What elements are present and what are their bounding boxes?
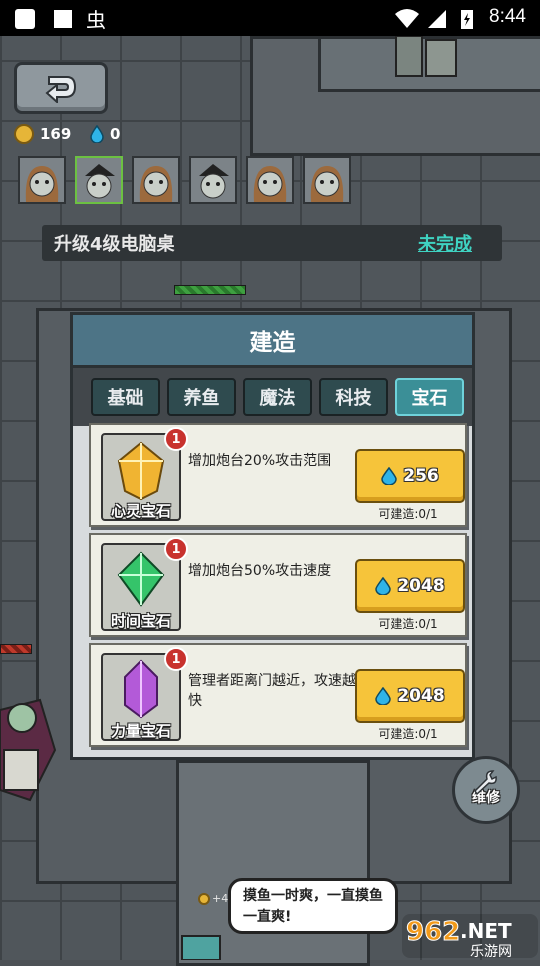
coin-icon xyxy=(14,124,34,144)
wifi-icon xyxy=(395,9,419,28)
build-button[interactable]: 2048 xyxy=(355,669,465,723)
build-cost: 2048 xyxy=(397,686,445,706)
build-availability: 可建造:0/1 xyxy=(378,727,438,741)
back-button[interactable] xyxy=(14,62,108,114)
tab-gems[interactable]: 宝石 xyxy=(395,378,464,416)
watermark-logo: 962 .NET 乐游网 xyxy=(402,914,538,960)
status-bar: 虫 8:44 xyxy=(0,0,540,36)
build-item-card: 心灵宝石 1 增加炮台20%攻击范围 256 可建造:0/1 xyxy=(89,423,467,527)
build-button[interactable]: 2048 xyxy=(355,559,465,613)
return-arrow-icon xyxy=(45,76,77,103)
tab-fish-farming[interactable]: 养鱼 xyxy=(167,378,236,416)
build-item-card: 力量宝石 1 管理者距离门越近，攻速越快 2048 可建造:0/1 xyxy=(89,643,467,747)
character-avatar[interactable] xyxy=(132,156,180,204)
character-avatar[interactable] xyxy=(246,156,294,204)
character-avatar[interactable] xyxy=(189,156,237,204)
build-item-card: 时间宝石 1 增加炮台50%攻击速度 2048 可建造:0/1 xyxy=(89,533,467,637)
enemy-health-bar xyxy=(0,644,32,654)
watermark-site: 乐游网 xyxy=(470,944,512,960)
door-health-bar xyxy=(174,285,246,295)
svg-text:虫: 虫 xyxy=(86,8,106,30)
build-panel-title: 建造 xyxy=(73,315,472,368)
build-tabs: 基础 养鱼 魔法 科技 宝石 xyxy=(73,368,472,426)
tab-magic[interactable]: 魔法 xyxy=(243,378,312,416)
character-avatar-selected[interactable] xyxy=(75,156,123,204)
item-description: 管理者距离门越近，攻速越快 xyxy=(188,673,356,709)
battery-icon xyxy=(461,10,473,29)
character-roster xyxy=(18,156,351,204)
task-text: 升级4级电脑桌 xyxy=(54,234,175,255)
bug-icon: 虫 xyxy=(86,8,106,30)
clock: 8:44 xyxy=(489,6,526,27)
task-status-link[interactable]: 未完成 xyxy=(418,230,472,256)
notification-badge: 1 xyxy=(164,647,188,671)
app-icon xyxy=(15,9,35,29)
reward-amount: +4 xyxy=(212,892,229,905)
tab-basic[interactable]: 基础 xyxy=(91,378,160,416)
watermark-brand: 962 xyxy=(406,917,460,947)
water-drop-icon xyxy=(375,577,392,595)
build-availability: 可建造:0/1 xyxy=(378,617,438,631)
build-cost: 2048 xyxy=(397,576,445,596)
coin-counter: 169 xyxy=(14,122,71,146)
item-name: 力量宝石 xyxy=(110,722,171,740)
character-avatar[interactable] xyxy=(18,156,66,204)
watermark-net: .NET xyxy=(460,919,512,943)
notification-badge: 1 xyxy=(164,537,188,561)
zombie-sprite xyxy=(394,35,464,82)
item-description: 增加炮台20%攻击范围 xyxy=(188,453,332,469)
wrench-icon xyxy=(474,770,497,795)
worker-sprite xyxy=(178,930,224,961)
tab-tech[interactable]: 科技 xyxy=(319,378,388,416)
repair-button[interactable]: 维修 xyxy=(452,756,520,824)
build-availability: 可建造:0/1 xyxy=(378,507,438,521)
water-drop-icon xyxy=(381,467,398,485)
character-avatar[interactable] xyxy=(303,156,351,204)
gem-counter: 0 xyxy=(90,122,120,146)
coin-amount: 169 xyxy=(40,125,72,143)
coin-icon xyxy=(198,892,210,905)
gem-amount: 0 xyxy=(110,125,121,143)
build-cost: 256 xyxy=(403,466,439,486)
item-description: 增加炮台50%攻击速度 xyxy=(188,563,332,579)
notification-badge: 1 xyxy=(164,427,188,451)
notification-icon xyxy=(54,10,72,28)
item-name: 心灵宝石 xyxy=(110,502,171,520)
build-button[interactable]: 256 xyxy=(355,449,465,503)
water-drop-icon xyxy=(90,125,104,143)
site-watermark: 962 .NET 乐游网 xyxy=(400,908,540,960)
reward-indicator: +4 xyxy=(198,892,228,905)
item-name: 时间宝石 xyxy=(110,612,171,630)
water-drop-icon xyxy=(375,687,392,705)
signal-icon xyxy=(428,10,446,28)
speech-bubble: 摸鱼一时爽，一直摸鱼一直爽! xyxy=(228,878,398,934)
task-bar[interactable]: 升级4级电脑桌 未完成 xyxy=(42,225,502,261)
build-panel: 建造 基础 养鱼 魔法 科技 宝石 心灵宝石 1 增加炮台20%攻击范围 256… xyxy=(70,312,475,760)
vampire-enemy xyxy=(0,690,60,810)
